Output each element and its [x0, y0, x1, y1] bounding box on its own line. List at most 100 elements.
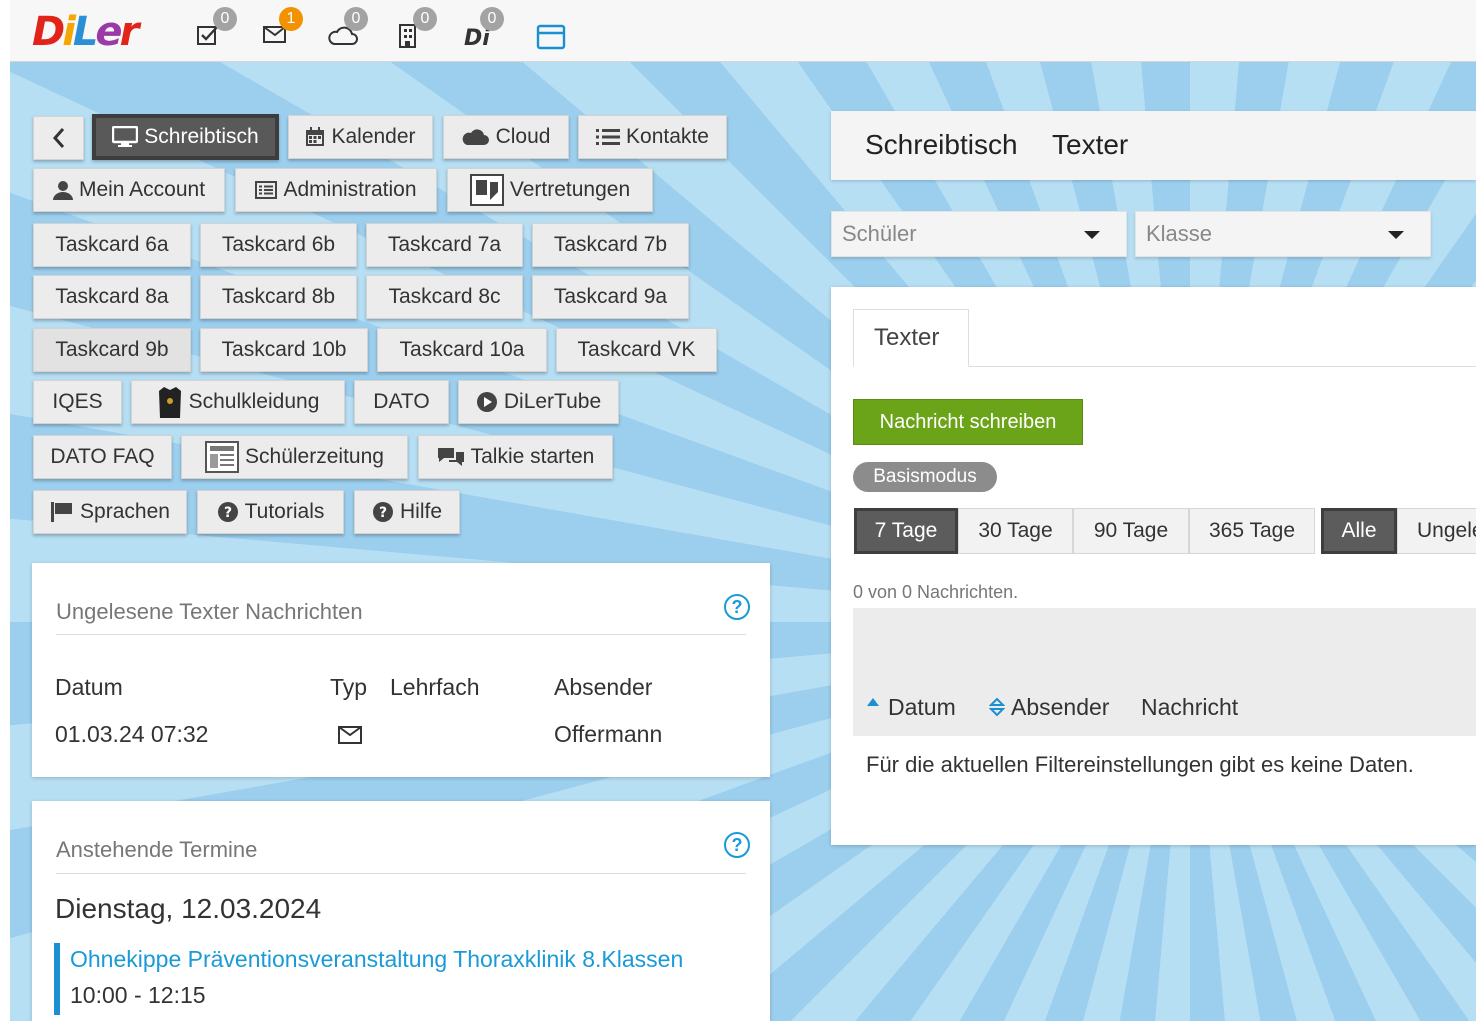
taskcard-6b-label: Taskcard 6b — [221, 233, 336, 256]
nav-vertretungen-label: Vertretungen — [509, 178, 631, 201]
play-circle-icon — [476, 392, 497, 412]
breadcrumb-schreibtisch[interactable]: Schreibtisch — [865, 129, 1018, 161]
tasks-icon[interactable]: 0 — [195, 7, 237, 58]
klasse-select[interactable]: Klasse — [1135, 211, 1431, 257]
taskcard-vk[interactable]: Taskcard VK — [556, 328, 717, 372]
taskcard-8b-label: Taskcard 8b — [221, 285, 336, 308]
taskcard-8c[interactable]: Taskcard 8c — [366, 275, 523, 319]
nav-dilertube[interactable]: DiLerTube — [458, 380, 619, 424]
taskcard-8a-label: Taskcard 8a — [55, 285, 169, 308]
nav-sprachen[interactable]: Sprachen — [33, 490, 187, 534]
unread-panel-title: Ungelesene Texter Nachrichten — [56, 599, 363, 624]
filter-30-tage[interactable]: 30 Tage — [958, 508, 1073, 554]
taskcard-9a[interactable]: Taskcard 9a — [532, 275, 689, 319]
mode-badge-label: Basismodus — [873, 466, 977, 487]
message-table-header: Datum Absender Nachricht — [853, 608, 1476, 736]
sort-icon — [989, 697, 1005, 717]
filter-7-tage[interactable]: 7 Tage — [854, 508, 958, 554]
new-message-button[interactable]: Nachricht schreiben — [853, 399, 1083, 445]
column-header-typ[interactable]: Typ — [330, 674, 367, 701]
user-icon — [52, 181, 73, 200]
question-circle-icon: ? — [217, 502, 238, 522]
nav-hilfe-label: Hilfe — [399, 500, 442, 523]
divider — [56, 634, 746, 635]
column-header-datum[interactable]: Datum — [55, 674, 123, 701]
column-header-lehrfach[interactable]: Lehrfach — [390, 674, 480, 701]
filter-7-tage-label: 7 Tage — [874, 519, 938, 542]
back-button[interactable] — [33, 116, 84, 160]
top-bar: DiLer 0 1 0 0 Di 0 — [10, 0, 1476, 62]
taskcard-9b[interactable]: Taskcard 9b — [33, 328, 191, 372]
event-time: 10:00 - 12:15 — [70, 982, 206, 1008]
filter-365-tage[interactable]: 365 Tage — [1189, 508, 1315, 554]
column-header-absender[interactable]: Absender — [554, 674, 652, 701]
taskcard-7a-label: Taskcard 7a — [387, 233, 502, 256]
nav-mein-account[interactable]: Mein Account — [33, 168, 225, 212]
diler-icon[interactable]: Di 0 — [462, 7, 504, 58]
taskcard-10b[interactable]: Taskcard 10b — [200, 328, 368, 372]
svg-text:?: ? — [379, 505, 387, 521]
nav-dato-faq-label: DATO FAQ — [50, 445, 155, 468]
unread-messages-panel: Ungelesene Texter Nachrichten ? Datum Ty… — [32, 563, 770, 777]
nav-administration-label: Administration — [283, 178, 417, 201]
nav-schreibtisch-label: Schreibtisch — [144, 125, 259, 148]
taskcard-9b-label: Taskcard 9b — [55, 338, 169, 361]
nav-dato-label: DATO — [373, 390, 430, 413]
diler-badge: 0 — [480, 7, 504, 31]
mode-badge[interactable]: Basismodus — [853, 462, 997, 492]
help-icon[interactable]: ? — [724, 832, 750, 858]
taskcard-7a[interactable]: Taskcard 7a — [366, 223, 523, 267]
taskcard-10a[interactable]: Taskcard 10a — [377, 328, 547, 372]
nav-dato-faq[interactable]: DATO FAQ — [33, 435, 172, 479]
tab-texter-label: Texter — [874, 324, 940, 351]
nav-administration[interactable]: Administration — [235, 168, 437, 212]
nav-talkie-starten[interactable]: Talkie starten — [418, 435, 613, 479]
nav-dato[interactable]: DATO — [354, 380, 449, 424]
mail-icon[interactable]: 1 — [261, 7, 303, 58]
nav-cloud-label: Cloud — [495, 125, 551, 148]
nav-vertretungen[interactable]: Vertretungen — [447, 168, 653, 212]
appointments-panel-title: Anstehende Termine — [56, 837, 258, 862]
column-header-datum[interactable]: Datum — [888, 694, 956, 721]
nav-schreibtisch[interactable]: Schreibtisch — [92, 114, 279, 160]
schueler-select[interactable]: Schüler — [831, 211, 1127, 257]
nav-kalender[interactable]: Kalender — [288, 115, 433, 159]
upcoming-appointments-panel: Anstehende Termine ? Dienstag, 12.03.202… — [32, 801, 770, 1021]
klasse-select-value: Klasse — [1146, 221, 1213, 246]
row-datum[interactable]: 01.03.24 07:32 — [55, 721, 208, 748]
building-icon[interactable]: 0 — [395, 7, 437, 58]
filter-365-tage-label: 365 Tage — [1208, 519, 1296, 542]
cloud-icon[interactable]: 0 — [326, 7, 368, 58]
taskcard-7b[interactable]: Taskcard 7b — [532, 223, 689, 267]
filter-alle[interactable]: Alle — [1321, 508, 1397, 554]
nav-schulkleidung[interactable]: Schulkleidung — [131, 380, 345, 424]
nav-kontakte[interactable]: Kontakte — [578, 115, 727, 159]
taskcard-8a[interactable]: Taskcard 8a — [33, 275, 191, 319]
filter-90-tage[interactable]: 90 Tage — [1073, 508, 1189, 554]
caret-down-icon — [1388, 231, 1404, 239]
cloud-icon — [462, 129, 489, 145]
help-icon[interactable]: ? — [724, 594, 750, 620]
event-title-link[interactable]: Ohnekippe Präventionsveranstaltung Thora… — [70, 946, 683, 973]
column-header-absender[interactable]: Absender — [1011, 694, 1109, 721]
nav-tutorials[interactable]: ? Tutorials — [197, 490, 344, 534]
nav-iqes[interactable]: IQES — [33, 380, 122, 424]
nav-talkie-starten-label: Talkie starten — [470, 445, 595, 468]
taskcard-9a-label: Taskcard 9a — [553, 285, 668, 308]
nav-schuelerzeitung[interactable]: Schülerzeitung — [181, 435, 408, 479]
nav-hilfe[interactable]: ? Hilfe — [354, 490, 460, 534]
question-circle-icon: ? — [372, 502, 393, 522]
column-header-nachricht[interactable]: Nachricht — [1141, 694, 1238, 721]
taskcard-6b[interactable]: Taskcard 6b — [200, 223, 357, 267]
taskcard-8b[interactable]: Taskcard 8b — [200, 275, 357, 319]
nav-cloud[interactable]: Cloud — [443, 115, 569, 159]
tab-texter[interactable]: Texter — [853, 309, 969, 367]
row-absender[interactable]: Offermann — [554, 721, 662, 748]
taskcard-6a[interactable]: Taskcard 6a — [33, 223, 191, 267]
filter-ungelesen[interactable]: Ungele — [1397, 508, 1476, 554]
list-alt-icon — [255, 181, 278, 199]
diler-logo[interactable]: DiLer — [32, 8, 139, 56]
calendar-icon — [306, 127, 325, 146]
page-header: Schreibtisch Texter — [831, 111, 1476, 180]
window-icon[interactable] — [534, 14, 574, 58]
